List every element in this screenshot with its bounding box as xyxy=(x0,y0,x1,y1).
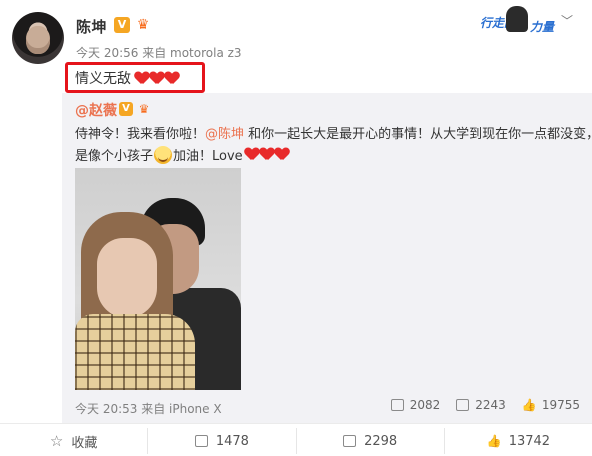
divider xyxy=(0,423,592,424)
heart-icons xyxy=(245,148,290,161)
post-photo[interactable] xyxy=(75,168,241,390)
repost-like-button[interactable]: 👍 19755 xyxy=(522,398,580,412)
repost-actions: 2082 2243 👍 19755 xyxy=(390,398,580,412)
repost-author[interactable]: @赵薇 xyxy=(75,100,117,120)
smile-emoji-icon xyxy=(154,145,173,164)
repost-text-line1: 侍神令！我来看你啦！@陈坤 和你一起长大是最开心的事情！从大学到现在你一点都没变… xyxy=(75,123,592,142)
avatar[interactable] xyxy=(12,12,64,64)
heart-icon xyxy=(245,148,259,161)
post-meta: 今天 20:56 来自 motorola z3 xyxy=(76,46,242,60)
photo-figure xyxy=(97,238,157,318)
promo-banner[interactable]: 行走的 力量 xyxy=(478,6,556,36)
repost-like-count: 19755 xyxy=(541,398,580,412)
share-icon xyxy=(194,435,208,447)
repost-block[interactable]: @赵薇 V ♛ 侍神令！我来看你啦！@陈坤 和你一起长大是最开心的事情！从大学到… xyxy=(62,93,592,423)
crown-icon: ♛ xyxy=(136,17,150,33)
verified-badge-icon: V xyxy=(114,17,130,33)
repost-comment-button[interactable]: 2243 xyxy=(456,398,506,412)
mention-link[interactable]: @陈坤 xyxy=(205,127,244,142)
photo-figure xyxy=(75,314,195,390)
repost-share-button[interactable]: 2082 xyxy=(390,398,441,412)
weibo-post: 陈坤 V ♛ 今天 20:56 来自 motorola z3 行走的 力量 ﹀ … xyxy=(0,0,592,456)
thumbs-up-icon: 👍 xyxy=(521,398,537,412)
repost-share-count: 2082 xyxy=(409,398,441,412)
share-icon xyxy=(390,399,404,411)
crown-icon: ♛ xyxy=(138,102,150,116)
like-button[interactable]: 👍 13742 xyxy=(445,428,592,454)
heart-icon xyxy=(150,72,164,85)
heart-icon xyxy=(135,72,149,85)
comment-icon xyxy=(343,435,357,447)
promo-figure-icon xyxy=(506,6,528,32)
favorite-label: 收藏 xyxy=(71,435,98,451)
comment-count: 2298 xyxy=(364,433,398,449)
repost-text-part: 是像个小孩子 xyxy=(75,149,154,164)
chevron-down-icon[interactable]: ﹀ xyxy=(560,14,574,28)
thumbs-up-icon: 👍 xyxy=(486,434,502,448)
repost-comment-count: 2243 xyxy=(475,398,506,412)
verified-badge-icon: V xyxy=(119,102,133,116)
repost-text-part: 和你一起长大是最开心的事情！从大学到现在你一点都没变，还 xyxy=(244,127,592,142)
repost-meta: 今天 20:53 来自 iPhone X xyxy=(75,402,222,416)
favorite-button[interactable]: ☆ 收藏 xyxy=(0,428,149,454)
heart-icon xyxy=(260,148,274,161)
repost-text-part: 加油！Love xyxy=(173,149,243,164)
promo-text-right: 力量 xyxy=(530,20,555,34)
repost-text-line2: 是像个小孩子 加油！Love xyxy=(75,145,290,164)
repost-button[interactable]: 1478 xyxy=(148,428,297,454)
post-text-content: 情义无敌 xyxy=(75,71,131,87)
comment-button[interactable]: 2298 xyxy=(297,428,445,454)
star-icon: ☆ xyxy=(49,432,64,450)
repost-count: 1478 xyxy=(215,433,249,449)
author-name[interactable]: 陈坤 xyxy=(76,16,107,37)
repost-text-part: 侍神令！我来看你啦！ xyxy=(75,127,206,142)
like-count: 13742 xyxy=(508,433,551,449)
heart-icon xyxy=(165,72,179,85)
comment-icon xyxy=(456,399,470,411)
heart-icon xyxy=(275,148,289,161)
post-text: 情义无敌 xyxy=(75,68,180,88)
heart-icons xyxy=(135,72,180,85)
action-bar: ☆ 收藏 1478 2298 👍 13742 xyxy=(0,428,592,454)
